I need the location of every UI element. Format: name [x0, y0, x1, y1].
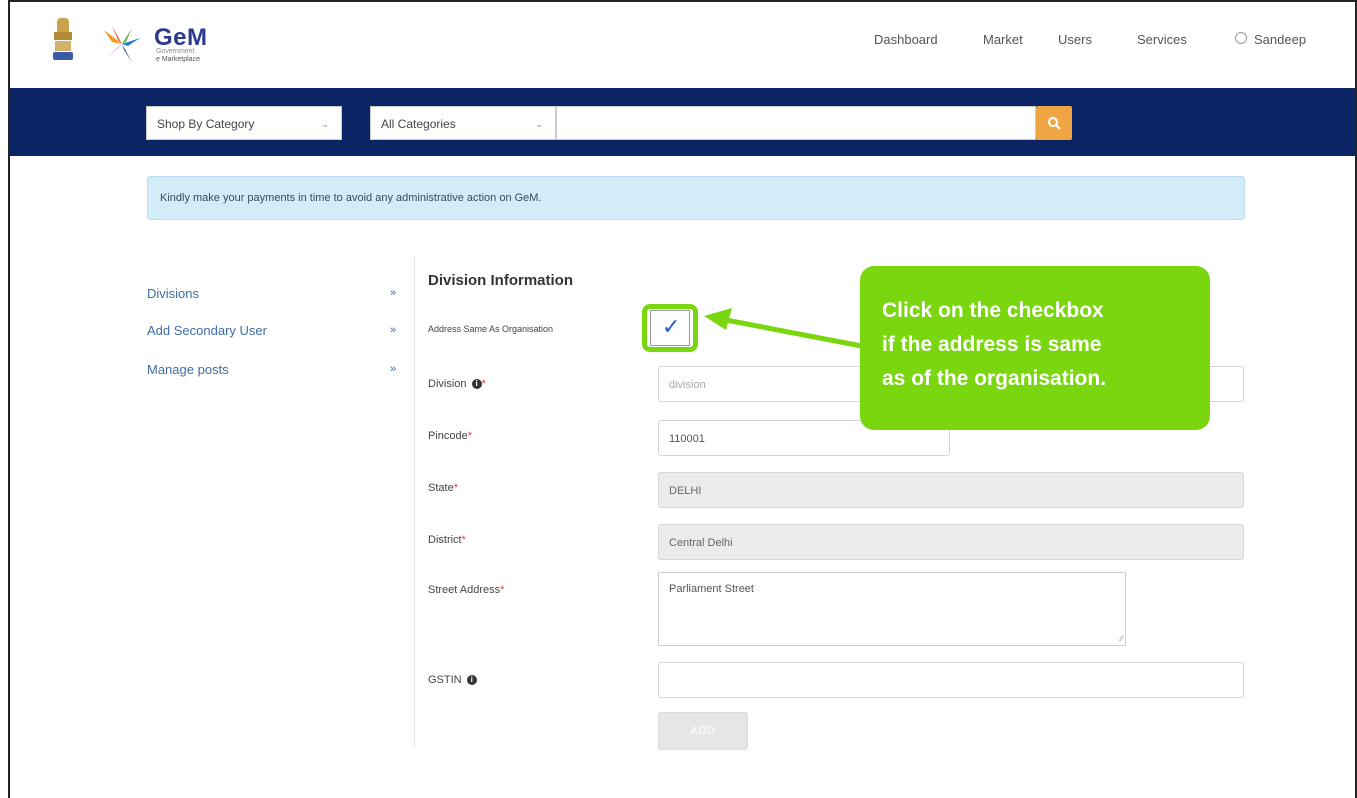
- nav-services[interactable]: Services: [1137, 32, 1187, 47]
- national-emblem-icon: [53, 18, 73, 60]
- instruction-callout: Click on the checkbox if the address is …: [860, 266, 1210, 430]
- shop-by-category-select[interactable]: Shop By Category ⌄: [146, 106, 342, 140]
- add-button[interactable]: ADD: [658, 712, 748, 750]
- user-icon: [1235, 32, 1247, 44]
- nav-users[interactable]: Users: [1058, 32, 1092, 47]
- chevron-down-icon: ⌄: [535, 119, 543, 129]
- chevron-down-icon: ⌄: [321, 119, 329, 129]
- district-field: Central Delhi: [658, 524, 1244, 560]
- street-address-label: Street Address*: [428, 584, 505, 596]
- gstin-input[interactable]: [658, 662, 1244, 698]
- payment-notice: Kindly make your payments in time to avo…: [147, 176, 1245, 220]
- brand-subtitle-2: e Marketplace: [156, 56, 200, 63]
- chevron-right-icon: »: [390, 363, 397, 375]
- gstin-label: GSTIN i: [428, 674, 477, 686]
- chevron-right-icon: »: [390, 324, 397, 336]
- all-categories-select[interactable]: All Categories ⌄: [370, 106, 556, 140]
- search-bar: Shop By Category ⌄ All Categories ⌄: [10, 88, 1355, 156]
- all-categories-label: All Categories: [381, 117, 456, 131]
- sidebar-item-divisions[interactable]: Divisions: [147, 286, 199, 301]
- nav-user-menu[interactable]: Sandeep: [1254, 32, 1306, 47]
- callout-line-3: as of the organisation.: [882, 367, 1107, 390]
- sidebar-item-manage-posts[interactable]: Manage posts: [147, 362, 229, 377]
- callout-line-2: if the address is same: [882, 333, 1102, 356]
- info-icon: i: [466, 675, 477, 686]
- callout-line-1: Click on the checkbox: [882, 299, 1104, 322]
- shop-by-category-label: Shop By Category: [157, 117, 255, 131]
- search-icon: [1048, 117, 1061, 130]
- search-input[interactable]: [556, 106, 1036, 140]
- address-same-checkbox[interactable]: ✓: [650, 310, 690, 346]
- app-window: GeM Government e Marketplace Dashboard M…: [8, 0, 1357, 798]
- district-label: District*: [428, 534, 466, 546]
- state-label: State*: [428, 482, 458, 494]
- nav-market[interactable]: Market: [983, 32, 1023, 47]
- gem-logo-icon: [104, 26, 140, 62]
- pincode-label: Pincode*: [428, 430, 473, 442]
- sidebar-item-add-secondary-user[interactable]: Add Secondary User: [147, 323, 267, 338]
- callout-arrow-icon: [704, 308, 873, 351]
- address-same-label: Address Same As Organisation: [428, 324, 554, 334]
- info-icon: i: [471, 379, 482, 390]
- search-button[interactable]: [1036, 106, 1072, 140]
- resize-grip-icon[interactable]: ∕∕: [1120, 634, 1123, 643]
- street-address-value: Parliament Street: [669, 583, 754, 595]
- checkmark-icon: ✓: [662, 315, 681, 340]
- nav-dashboard[interactable]: Dashboard: [874, 32, 938, 47]
- state-field: DELHI: [658, 472, 1244, 508]
- division-label: Division i *: [428, 378, 486, 390]
- divider: [414, 256, 415, 748]
- chevron-right-icon: »: [390, 287, 397, 299]
- page-title: Division Information: [428, 272, 574, 289]
- brand-subtitle: Government: [156, 48, 195, 55]
- street-address-textarea[interactable]: Parliament Street ∕∕: [658, 572, 1126, 646]
- top-header: GeM Government e Marketplace Dashboard M…: [10, 2, 1355, 86]
